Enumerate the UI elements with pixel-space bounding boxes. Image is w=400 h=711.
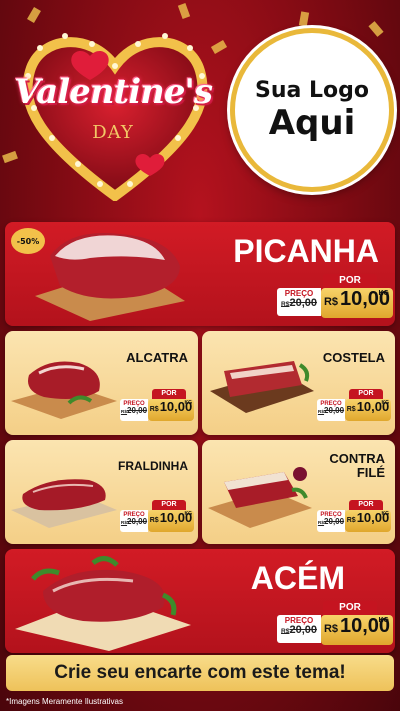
price-tag: POR PREÇO R$20,00 R$ 10,00 KG — [120, 389, 194, 423]
product-name: FRALDINHA — [118, 459, 188, 473]
picanha-meat-image — [35, 232, 185, 321]
new-price: R$ 10,00 KG — [148, 399, 194, 421]
product-name: PICANHA — [233, 233, 379, 269]
old-price: R$20,00 — [120, 406, 148, 415]
old-price-box: PREÇO R$20,00 — [277, 615, 321, 643]
old-price-box: PREÇO R$20,00 — [317, 510, 345, 532]
alcatra-meat-image — [11, 361, 117, 419]
new-price: R$ 10,00 KG — [321, 615, 393, 645]
new-price: R$ 10,00 KG — [345, 510, 391, 532]
price-tag: POR PREÇO R$20,00 R$ 10,00 KG — [317, 389, 391, 423]
event-title: Valentine's — [13, 72, 213, 112]
acem-meat-image — [15, 556, 191, 651]
product-name: COSTELA — [322, 350, 385, 365]
por-label: POR — [152, 389, 186, 399]
contra-file-meat-image — [208, 467, 312, 528]
old-price-box: PREÇO R$20,00 — [317, 399, 345, 421]
new-price: R$ 10,00 KG — [321, 288, 393, 318]
price-tag: POR PREÇO R$20,00 R$ 10,00 KG — [277, 274, 393, 320]
disclaimer-text: *Imagens Meramente Ilustrativas — [6, 697, 123, 706]
logo-placeholder: Sua Logo Aqui — [230, 28, 394, 192]
price-tag: POR PREÇO R$20,00 R$ 10,00 KG — [317, 500, 391, 534]
por-label: POR — [349, 389, 383, 399]
old-price: R$20,00 — [317, 406, 345, 415]
old-price-box: PREÇO R$20,00 — [120, 399, 148, 421]
new-price: R$ 10,00 KG — [148, 510, 194, 532]
old-price: R$20,00 — [281, 624, 317, 636]
product-card-costela: COSTELA POR PREÇO R$20,00 R$ 10,00 KG — [202, 331, 395, 435]
old-price-box: PREÇO R$20,00 — [277, 288, 321, 316]
product-name: CONTRA FILÉ — [329, 451, 385, 481]
logo-text-line2: Aqui — [268, 102, 356, 143]
product-card-alcatra: ALCATRA POR PREÇO R$20,00 R$ 10,00 KG — [5, 331, 198, 435]
old-price: R$20,00 — [281, 297, 317, 309]
old-price: R$20,00 — [120, 517, 148, 526]
product-name: ACÉM — [250, 560, 345, 596]
heart-icon — [22, 33, 208, 201]
old-price: R$20,00 — [317, 517, 345, 526]
costela-meat-image — [210, 361, 314, 413]
product-name: ALCATRA — [126, 350, 188, 365]
product-card-fraldinha: FRALDINHA POR PREÇO R$20,00 R$ 10,00 KG — [5, 440, 198, 544]
por-label: POR — [323, 601, 377, 615]
price-tag: POR PREÇO R$20,00 R$ 10,00 KG — [120, 500, 194, 534]
confetti — [368, 21, 384, 37]
product-card-picanha: -50% PICANHA POR PREÇO R$20,00 R$ 10,00 … — [5, 222, 395, 326]
fraldinha-meat-image — [11, 479, 117, 528]
cta-banner[interactable]: Crie seu encarte com este tema! — [6, 655, 394, 691]
product-card-contra-file: CONTRA FILÉ POR PREÇO R$20,00 R$ 10,00 K… — [202, 440, 395, 544]
old-price-box: PREÇO R$20,00 — [120, 510, 148, 532]
logo-text-line1: Sua Logo — [254, 77, 369, 103]
price-tag: POR PREÇO R$20,00 R$ 10,00 KG — [277, 601, 393, 647]
event-subtitle: DAY — [92, 122, 134, 143]
por-label: POR — [152, 500, 186, 510]
por-label: POR — [323, 274, 377, 288]
header: Valentine's DAY Sua Logo Aqui — [0, 0, 400, 210]
por-label: POR — [349, 500, 383, 510]
confetti — [298, 11, 310, 27]
product-card-acem: ACÉM POR PREÇO R$20,00 R$ 10,00 KG — [5, 549, 395, 653]
new-price: R$ 10,00 KG — [345, 399, 391, 421]
valentines-heart-badge: Valentine's DAY — [8, 14, 218, 204]
flyer-page: Valentine's DAY Sua Logo Aqui -50% PICAN… — [0, 0, 400, 711]
